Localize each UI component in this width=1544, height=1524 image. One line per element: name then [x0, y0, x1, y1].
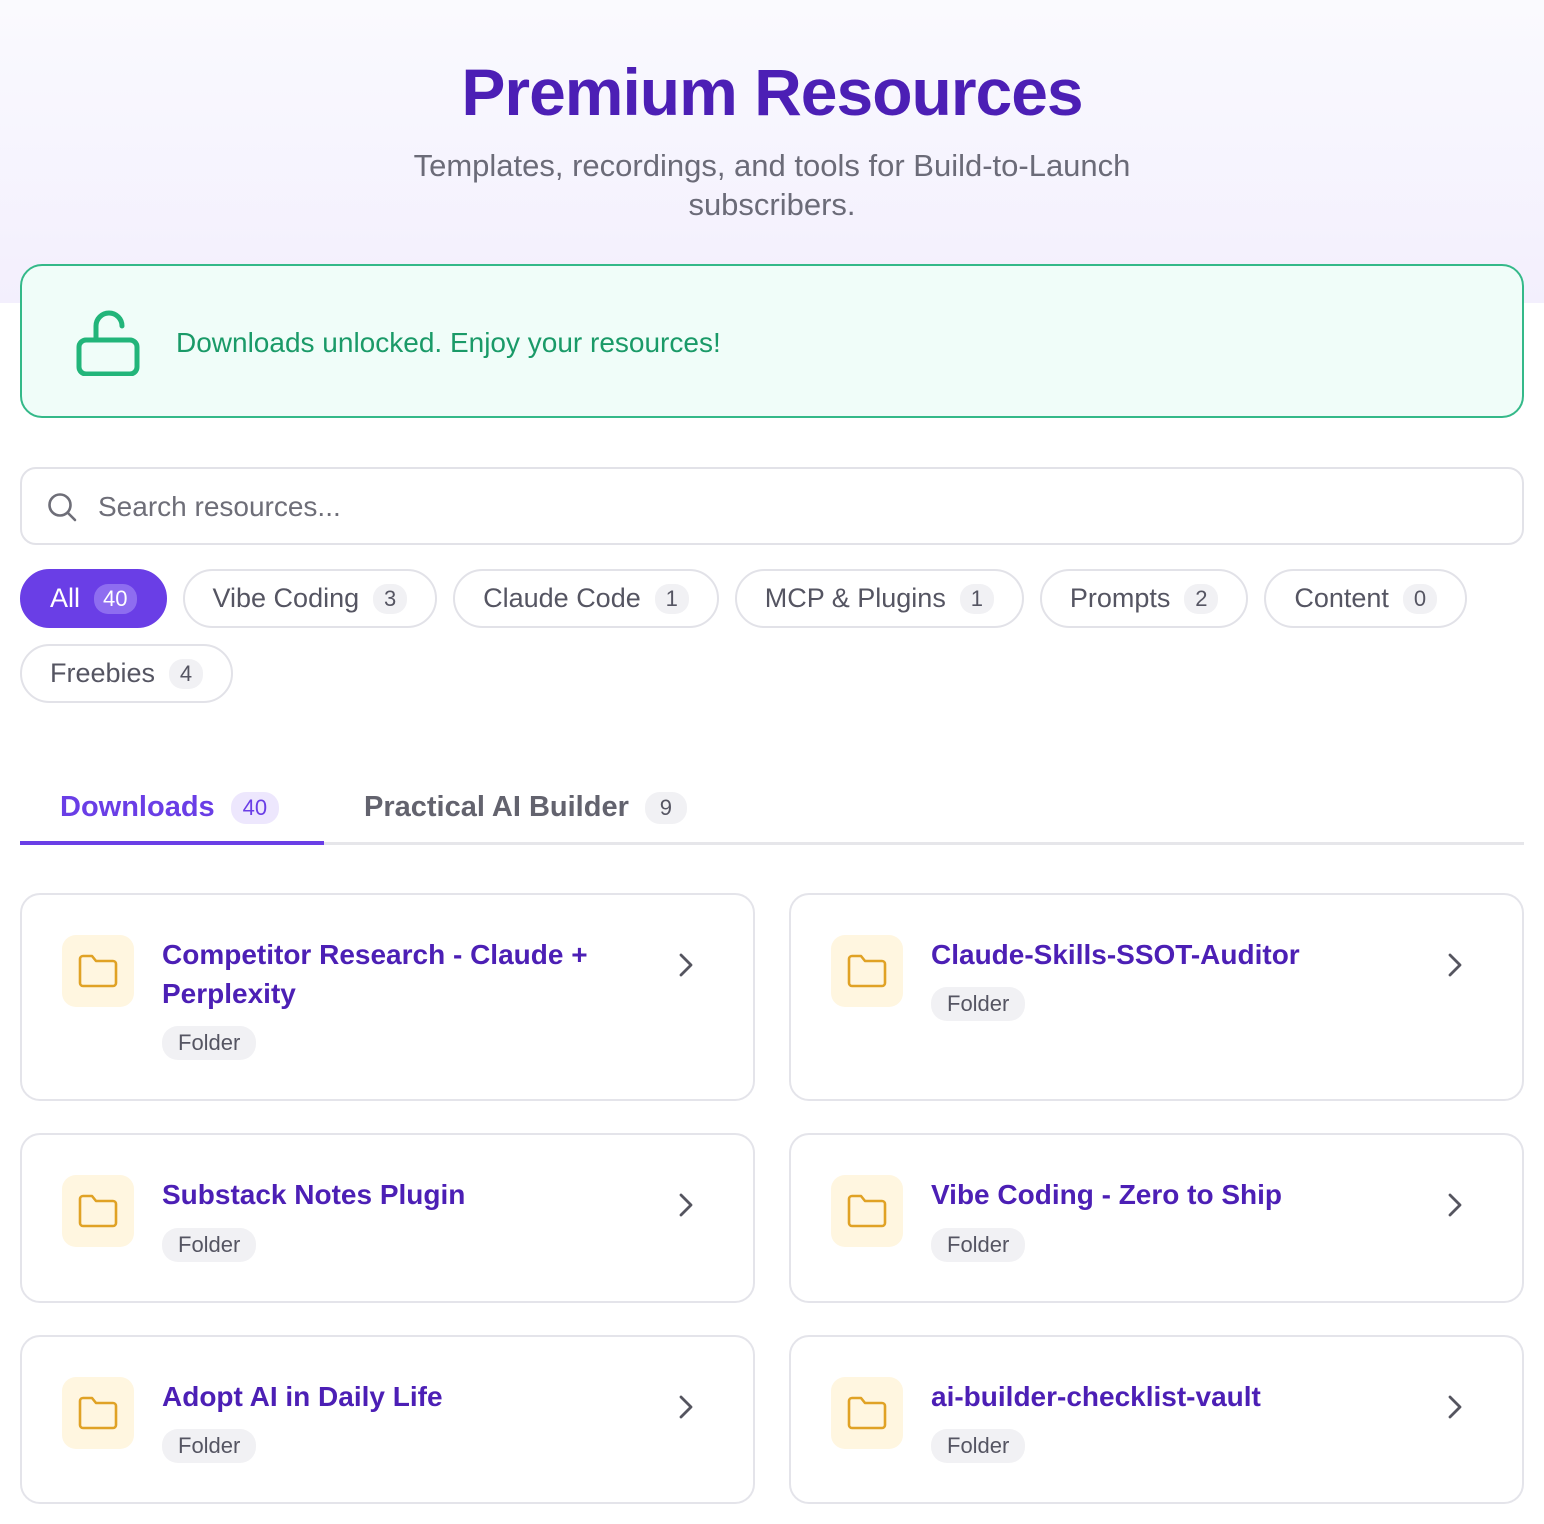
- chevron-right-icon: [1448, 1395, 1462, 1419]
- folder-icon: [831, 1377, 903, 1449]
- tab-downloads[interactable]: Downloads 40: [60, 770, 280, 845]
- folder-icon: [62, 1175, 134, 1247]
- chip-count: 3: [373, 583, 408, 614]
- resource-title: Claude-Skills-SSOT-Auditor: [931, 939, 1300, 970]
- folder-icon: [62, 935, 134, 1007]
- chevron-right-icon: [679, 953, 693, 977]
- chip-count: 1: [959, 583, 994, 614]
- chevron-right-icon: [679, 1395, 693, 1419]
- resource-card[interactable]: Vibe Coding - Zero to Ship Folder: [789, 1133, 1524, 1303]
- page-subtitle: Templates, recordings, and tools for Bui…: [413, 148, 1131, 222]
- chip-label: Vibe Coding: [212, 583, 360, 613]
- resource-title: Adopt AI in Daily Life: [162, 1381, 443, 1412]
- tab-count: 9: [644, 791, 687, 824]
- chip-count: 2: [1184, 583, 1219, 614]
- filter-chip-vibe-coding[interactable]: Vibe Coding 3: [182, 569, 438, 628]
- filter-chips: All 40 Vibe Coding 3 Claude Code 1 MCP &…: [20, 569, 1524, 703]
- resource-card[interactable]: Adopt AI in Daily Life Folder: [20, 1335, 755, 1504]
- chevron-right-icon: [1448, 953, 1462, 977]
- unlock-icon: [76, 310, 140, 376]
- filter-chip-all[interactable]: All 40: [20, 569, 167, 628]
- filter-chip-freebies[interactable]: Freebies 4: [20, 644, 234, 703]
- chip-count: 1: [654, 583, 689, 614]
- resource-type-badge: Folder: [931, 1228, 1026, 1262]
- tab-practical-ai-builder[interactable]: Practical AI Builder 9: [364, 770, 687, 845]
- filter-chip-content[interactable]: Content 0: [1264, 569, 1467, 628]
- search-icon: [48, 493, 77, 522]
- search-input[interactable]: [98, 483, 1478, 531]
- banner-message: Downloads unlocked. Enjoy your resources…: [176, 327, 721, 358]
- chevron-right-icon: [679, 1193, 693, 1217]
- chip-label: MCP & Plugins: [764, 583, 946, 613]
- search-box[interactable]: [20, 467, 1524, 545]
- chevron-right-icon: [1448, 1193, 1462, 1217]
- resource-title: Substack Notes Plugin: [162, 1179, 466, 1210]
- resource-card[interactable]: ai-builder-checklist-vault Folder: [789, 1335, 1524, 1504]
- chip-label: All: [50, 583, 81, 613]
- chip-count: 0: [1402, 583, 1437, 614]
- chip-label: Content: [1294, 583, 1389, 613]
- folder-icon: [831, 1175, 903, 1247]
- page-title: Premium Resources: [461, 55, 1083, 129]
- filter-chip-prompts[interactable]: Prompts 2: [1039, 569, 1249, 628]
- resource-title: ai-builder-checklist-vault: [931, 1381, 1261, 1412]
- tab-count: 40: [230, 791, 280, 824]
- chip-label: Claude Code: [483, 583, 641, 613]
- chip-count: 4: [169, 658, 204, 689]
- resource-type-badge: Folder: [162, 1026, 257, 1060]
- folder-icon: [62, 1377, 134, 1449]
- resource-type-badge: Folder: [162, 1429, 257, 1463]
- filter-chip-claude-code[interactable]: Claude Code 1: [453, 569, 719, 628]
- tab-label: Downloads: [60, 791, 215, 823]
- unlock-banner: Downloads unlocked. Enjoy your resources…: [20, 264, 1524, 418]
- resource-type-badge: Folder: [162, 1228, 257, 1262]
- tab-bar: Downloads 40 Practical AI Builder 9: [20, 770, 1524, 845]
- filter-chip-mcp-plugins[interactable]: MCP & Plugins 1: [734, 569, 1024, 628]
- chip-label: Prompts: [1069, 583, 1171, 613]
- resource-type-badge: Folder: [931, 1429, 1026, 1463]
- resource-title: Competitor Research - Claude + Perplexit…: [162, 939, 588, 1009]
- active-tab-indicator: [20, 841, 324, 845]
- resource-type-badge: Folder: [931, 987, 1026, 1021]
- resource-card[interactable]: Substack Notes Plugin Folder: [20, 1133, 755, 1303]
- resource-title: Vibe Coding - Zero to Ship: [931, 1179, 1283, 1210]
- resource-card[interactable]: Claude-Skills-SSOT-Auditor Folder: [789, 893, 1524, 1101]
- tab-label: Practical AI Builder: [364, 791, 629, 823]
- chip-label: Freebies: [50, 658, 156, 688]
- chip-count: 40: [94, 583, 137, 614]
- resource-card[interactable]: Competitor Research - Claude + Perplexit…: [20, 893, 755, 1101]
- folder-icon: [831, 935, 903, 1007]
